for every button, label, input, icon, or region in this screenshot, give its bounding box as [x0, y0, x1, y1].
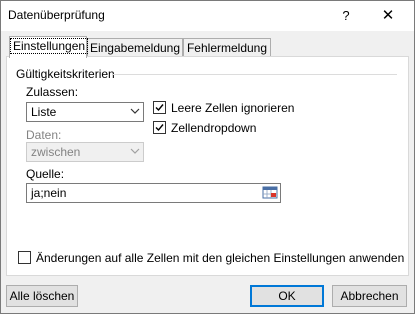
- tab-settings-label: Einstellungen: [10, 38, 89, 54]
- data-validation-dialog: Datenüberprüfung ? ✕ Einstellungen Einga…: [0, 0, 415, 314]
- tab-input-message-label: Eingabemeldung: [89, 41, 181, 55]
- range-select-icon[interactable]: [262, 185, 278, 201]
- chevron-down-icon: [126, 143, 143, 161]
- source-input-value: ja;nein: [31, 186, 67, 200]
- allow-select-value: Liste: [31, 105, 57, 119]
- check-icon: [155, 104, 164, 112]
- help-button[interactable]: ?: [331, 4, 361, 28]
- in-cell-dropdown-label: Zellendropdown: [171, 121, 257, 135]
- tab-error-alert[interactable]: Fehlermeldung: [183, 38, 271, 58]
- group-divider: [113, 74, 397, 75]
- validation-criteria-heading: Gültigkeitskriterien: [16, 67, 115, 81]
- title-bar: Datenüberprüfung ? ✕: [1, 1, 414, 31]
- clear-all-button[interactable]: Alle löschen: [6, 285, 78, 307]
- check-icon: [155, 124, 164, 132]
- close-button[interactable]: ✕: [372, 4, 404, 28]
- allow-label: Zulassen:: [26, 85, 79, 99]
- tab-input-message[interactable]: Eingabemeldung: [87, 38, 183, 58]
- data-select: zwischen: [26, 142, 144, 162]
- apply-to-all-label: Änderungen auf alle Zellen mit den gleic…: [36, 251, 405, 265]
- allow-select[interactable]: Liste: [26, 102, 144, 122]
- data-label: Daten:: [26, 128, 62, 142]
- tab-settings[interactable]: Einstellungen: [9, 36, 89, 58]
- data-select-value: zwischen: [31, 145, 81, 159]
- apply-to-all-checkbox[interactable]: [18, 251, 31, 264]
- in-cell-dropdown-checkbox[interactable]: [153, 121, 166, 134]
- source-input[interactable]: ja;nein: [26, 183, 281, 203]
- source-label: Quelle:: [26, 167, 65, 181]
- ignore-blank-checkbox[interactable]: [153, 101, 166, 114]
- window-title: Datenüberprüfung: [8, 8, 105, 22]
- ok-button[interactable]: OK: [250, 285, 324, 307]
- tab-error-alert-label: Fehlermeldung: [186, 41, 268, 55]
- chevron-down-icon: [126, 103, 143, 121]
- cancel-button[interactable]: Abbrechen: [332, 285, 407, 307]
- ignore-blank-label: Leere Zellen ignorieren: [171, 101, 295, 115]
